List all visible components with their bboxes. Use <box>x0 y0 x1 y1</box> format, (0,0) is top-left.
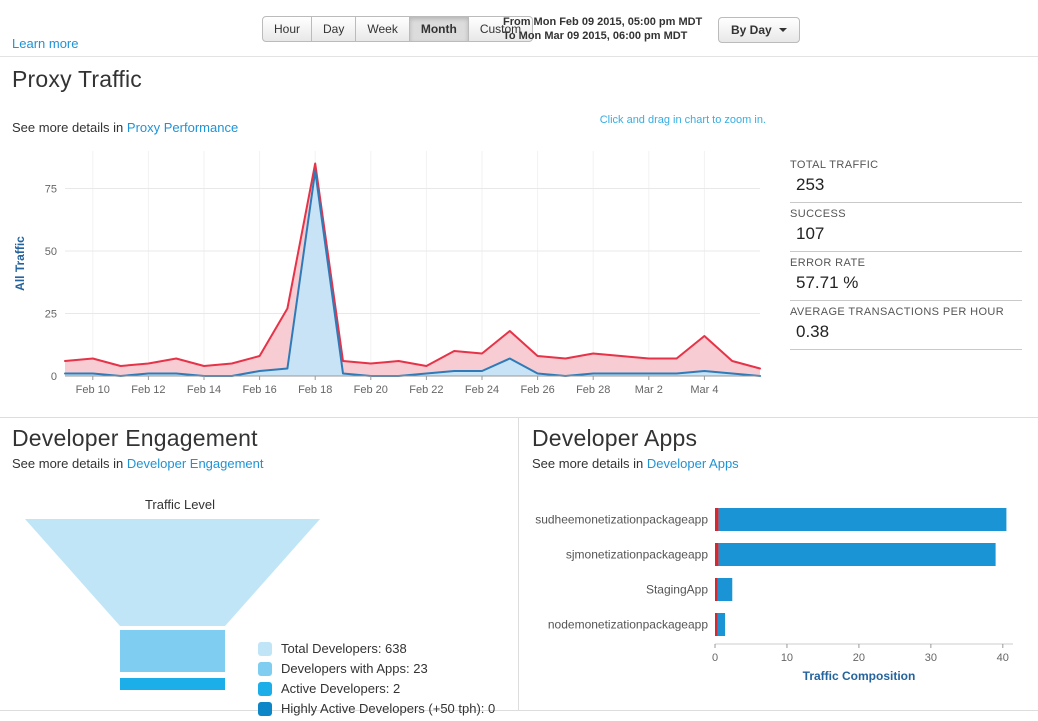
svg-text:Feb 10: Feb 10 <box>76 384 110 396</box>
stat-label: TOTAL TRAFFIC <box>790 159 1022 171</box>
stat-success: SUCCESS 107 <box>790 205 1022 252</box>
developer-engagement-section: Developer Engagement See more details in… <box>0 418 519 710</box>
time-range-button-group: Hour Day Week Month Custom <box>262 16 533 42</box>
developer-engagement-title: Developer Engagement <box>12 425 258 452</box>
svg-text:Feb 22: Feb 22 <box>409 384 443 396</box>
svg-text:25: 25 <box>45 309 57 321</box>
stat-label: SUCCESS <box>790 208 1022 220</box>
stat-avg-tph: AVERAGE TRANSACTIONS PER HOUR 0.38 <box>790 303 1022 350</box>
legend-swatch <box>258 682 272 696</box>
range-button-day[interactable]: Day <box>312 16 356 42</box>
funnel-chart-title: Traffic Level <box>20 497 340 512</box>
legend-label: Active Developers: 2 <box>281 681 400 696</box>
svg-text:30: 30 <box>925 652 937 664</box>
svg-text:StagingApp: StagingApp <box>646 583 708 597</box>
funnel-legend: Total Developers: 638 Developers with Ap… <box>258 641 495 721</box>
date-to-text: To Mon Mar 09 2015, 06:00 pm MDT <box>503 29 702 43</box>
svg-text:10: 10 <box>781 652 793 664</box>
svg-text:40: 40 <box>997 652 1009 664</box>
date-range-display: From Mon Feb 09 2015, 05:00 pm MDT To Mo… <box>503 15 702 43</box>
learn-more-link[interactable]: Learn more <box>12 36 78 51</box>
traffic-stats-panel: TOTAL TRAFFIC 253 SUCCESS 107 ERROR RATE… <box>790 156 1022 352</box>
svg-text:All Traffic: All Traffic <box>13 236 27 291</box>
topbar: Learn more Hour Day Week Month Custom Fr… <box>0 0 1038 57</box>
proxy-subtitle: See more details in Proxy Performance <box>12 120 238 135</box>
svg-text:Feb 26: Feb 26 <box>520 384 554 396</box>
proxy-subtitle-text: See more details in <box>12 120 127 135</box>
svg-text:Feb 18: Feb 18 <box>298 384 332 396</box>
developer-apps-title: Developer Apps <box>532 425 697 452</box>
legend-label: Highly Active Developers (+50 tph): 0 <box>281 701 495 716</box>
chart-zoom-hint: Click and drag in chart to zoom in. <box>600 114 766 126</box>
legend-label: Total Developers: 638 <box>281 641 407 656</box>
range-button-hour[interactable]: Hour <box>262 16 312 42</box>
svg-text:75: 75 <box>45 184 57 196</box>
stat-value: 253 <box>790 175 1022 195</box>
apps-subtitle-text: See more details in <box>532 456 647 471</box>
proxy-traffic-chart[interactable]: 0 25 50 75 Feb 10 Feb 12 Feb 14 Feb 16 Feb 18 Feb… <box>10 136 775 406</box>
developer-engagement-link[interactable]: Developer Engagement <box>127 456 264 471</box>
range-button-month[interactable]: Month <box>410 16 469 42</box>
svg-text:Mar 2: Mar 2 <box>635 384 663 396</box>
svg-text:sjmonetizationpackageapp: sjmonetizationpackageapp <box>566 548 708 562</box>
apps-subtitle: See more details in Developer Apps <box>532 456 739 471</box>
svg-text:Feb 28: Feb 28 <box>576 384 610 396</box>
svg-text:Feb 14: Feb 14 <box>187 384 221 396</box>
svg-text:Feb 16: Feb 16 <box>242 384 276 396</box>
svg-text:Feb 24: Feb 24 <box>465 384 499 396</box>
svg-text:20: 20 <box>853 652 865 664</box>
svg-text:0: 0 <box>712 652 718 664</box>
svg-text:sudheemonetizationpackageapp: sudheemonetizationpackageapp <box>535 513 708 527</box>
stat-label: AVERAGE TRANSACTIONS PER HOUR <box>790 306 1022 318</box>
stat-value: 107 <box>790 224 1022 244</box>
proxy-performance-link[interactable]: Proxy Performance <box>127 120 238 135</box>
svg-text:Mar 4: Mar 4 <box>690 384 718 396</box>
stat-value: 57.71 % <box>790 273 1022 293</box>
legend-label: Developers with Apps: 23 <box>281 661 428 676</box>
chevron-down-icon <box>779 28 787 32</box>
stat-total-traffic: TOTAL TRAFFIC 253 <box>790 156 1022 203</box>
engagement-subtitle-text: See more details in <box>12 456 127 471</box>
svg-text:0: 0 <box>51 371 57 383</box>
developer-apps-link[interactable]: Developer Apps <box>647 456 739 471</box>
stat-label: ERROR RATE <box>790 257 1022 269</box>
bottom-sections: Developer Engagement See more details in… <box>0 417 1038 711</box>
svg-text:Feb 12: Feb 12 <box>131 384 165 396</box>
svg-text:Traffic Composition: Traffic Composition <box>803 669 916 683</box>
proxy-traffic-section: Proxy Traffic See more details in Proxy … <box>0 58 1038 417</box>
legend-item-developers-with-apps: Developers with Apps: 23 <box>258 661 495 676</box>
stat-error-rate: ERROR RATE 57.71 % <box>790 254 1022 301</box>
legend-item-highly-active-developers: Highly Active Developers (+50 tph): 0 <box>258 701 495 716</box>
svg-text:Feb 20: Feb 20 <box>354 384 388 396</box>
legend-item-active-developers: Active Developers: 2 <box>258 681 495 696</box>
proxy-traffic-title: Proxy Traffic <box>12 66 142 93</box>
group-by-label: By Day <box>731 23 772 37</box>
engagement-subtitle: See more details in Developer Engagement <box>12 456 264 471</box>
legend-item-total-developers: Total Developers: 638 <box>258 641 495 656</box>
svg-text:nodemonetizationpackageapp: nodemonetizationpackageapp <box>548 618 708 632</box>
legend-swatch <box>258 662 272 676</box>
group-by-dropdown[interactable]: By Day <box>718 17 800 43</box>
date-from-text: From Mon Feb 09 2015, 05:00 pm MDT <box>503 15 702 29</box>
range-button-week[interactable]: Week <box>356 16 409 42</box>
legend-swatch <box>258 642 272 656</box>
legend-swatch <box>258 702 272 716</box>
stat-value: 0.38 <box>790 322 1022 342</box>
developer-apps-section: Developer Apps See more details in Devel… <box>519 418 1038 710</box>
svg-text:50: 50 <box>45 246 57 258</box>
developer-apps-bar-chart: sudheemonetizationpackageapp sjmonetizati… <box>525 490 1030 700</box>
